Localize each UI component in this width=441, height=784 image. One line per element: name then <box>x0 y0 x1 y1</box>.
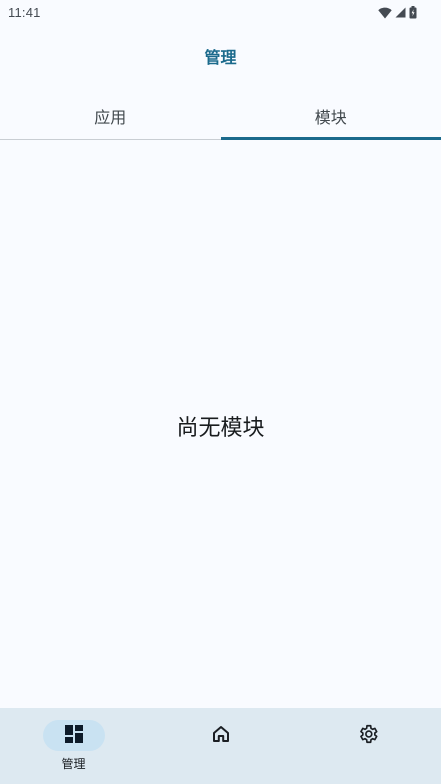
nav-active-indicator <box>42 720 105 751</box>
tab-bar: 应用 模块 <box>0 92 441 140</box>
tab-modules[interactable]: 模块 <box>220 92 441 140</box>
empty-state-message: 尚无模块 <box>176 416 265 441</box>
wifi-icon <box>378 7 392 19</box>
nav-icon-container <box>190 720 252 751</box>
battery-icon <box>409 6 417 19</box>
nav-item-manage[interactable]: 管理 <box>0 708 147 784</box>
dashboard-icon <box>64 724 83 747</box>
signal-icon <box>395 7 406 18</box>
bottom-navigation: 管理 <box>0 708 441 784</box>
gear-icon <box>357 723 379 749</box>
home-icon <box>211 724 231 748</box>
status-icons <box>378 6 417 19</box>
status-bar: 11:41 <box>0 0 441 26</box>
nav-label-manage: 管理 <box>61 757 86 771</box>
tab-apps[interactable]: 应用 <box>0 92 221 139</box>
status-time: 11:41 <box>8 5 41 20</box>
page-title: 管理 <box>204 48 237 67</box>
nav-item-settings[interactable] <box>294 708 441 784</box>
nav-item-home[interactable] <box>147 708 294 784</box>
nav-icon-container <box>337 720 399 751</box>
